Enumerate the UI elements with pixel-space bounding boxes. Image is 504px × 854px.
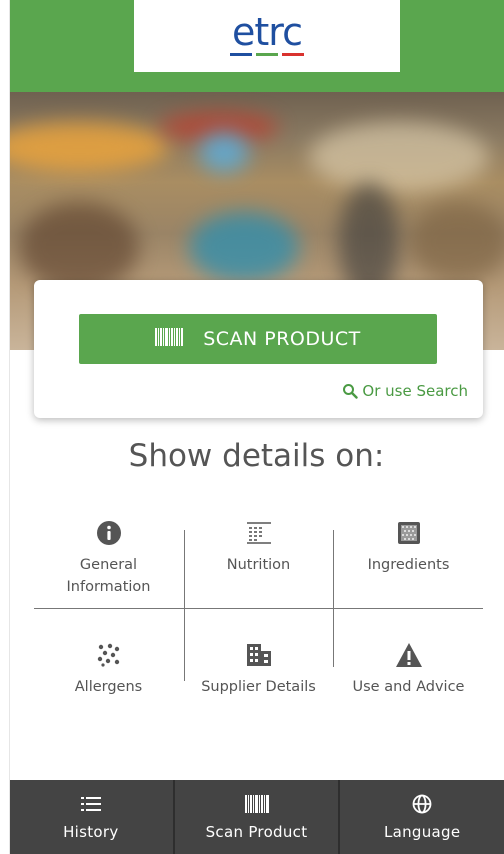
search-link-label: Or use Search <box>362 382 468 400</box>
ingredients-icon <box>397 522 420 544</box>
info-icon <box>96 521 121 545</box>
detail-label: Allergens <box>74 679 143 695</box>
nav-history[interactable]: History <box>9 780 173 854</box>
detail-nutrition[interactable]: Nutrition <box>184 520 333 576</box>
app-header: etrc <box>9 0 504 92</box>
warning-icon <box>395 643 422 667</box>
nav-label: Language <box>383 823 461 841</box>
search-icon <box>343 384 359 399</box>
detail-use-and-advice[interactable]: Use and Advice <box>334 642 483 698</box>
detail-ingredients[interactable]: Ingredients <box>334 520 483 576</box>
logo-text: etrc <box>232 9 303 54</box>
detail-allergens[interactable]: Allergens <box>34 642 183 698</box>
allergens-dots-icon <box>97 643 119 667</box>
bottom-nav: History Scan Product Language <box>9 780 504 854</box>
barcode-icon <box>244 795 269 813</box>
detail-label: Use and Advice <box>352 679 465 695</box>
barcode-icon <box>155 327 184 351</box>
left-frame-edge <box>0 0 10 854</box>
nutrition-table-icon <box>246 522 271 544</box>
scan-card: SCAN PRODUCT Or use Search <box>34 280 483 418</box>
scan-product-label: SCAN PRODUCT <box>203 328 361 350</box>
nav-label: History <box>63 823 119 841</box>
nav-scan-product[interactable]: Scan Product <box>172 780 339 854</box>
nav-label: Scan Product <box>205 823 308 841</box>
detail-label: Nutrition <box>226 557 291 573</box>
detail-label: Supplier Details <box>201 679 316 695</box>
nav-language[interactable]: Language <box>338 780 504 854</box>
logo: etrc <box>134 0 400 72</box>
search-link[interactable]: Or use Search <box>342 382 468 400</box>
logo-color-bars <box>230 52 304 56</box>
section-title: Show details on: <box>128 438 385 474</box>
scan-product-button[interactable]: SCAN PRODUCT <box>79 314 437 364</box>
detail-label: General Information <box>66 557 151 595</box>
detail-supplier-details[interactable]: Supplier Details <box>184 642 333 698</box>
building-icon <box>246 644 271 666</box>
detail-label: Ingredients <box>367 557 450 573</box>
list-icon <box>80 797 101 811</box>
globe-icon <box>412 794 432 814</box>
detail-general-information[interactable]: General Information <box>34 520 183 598</box>
